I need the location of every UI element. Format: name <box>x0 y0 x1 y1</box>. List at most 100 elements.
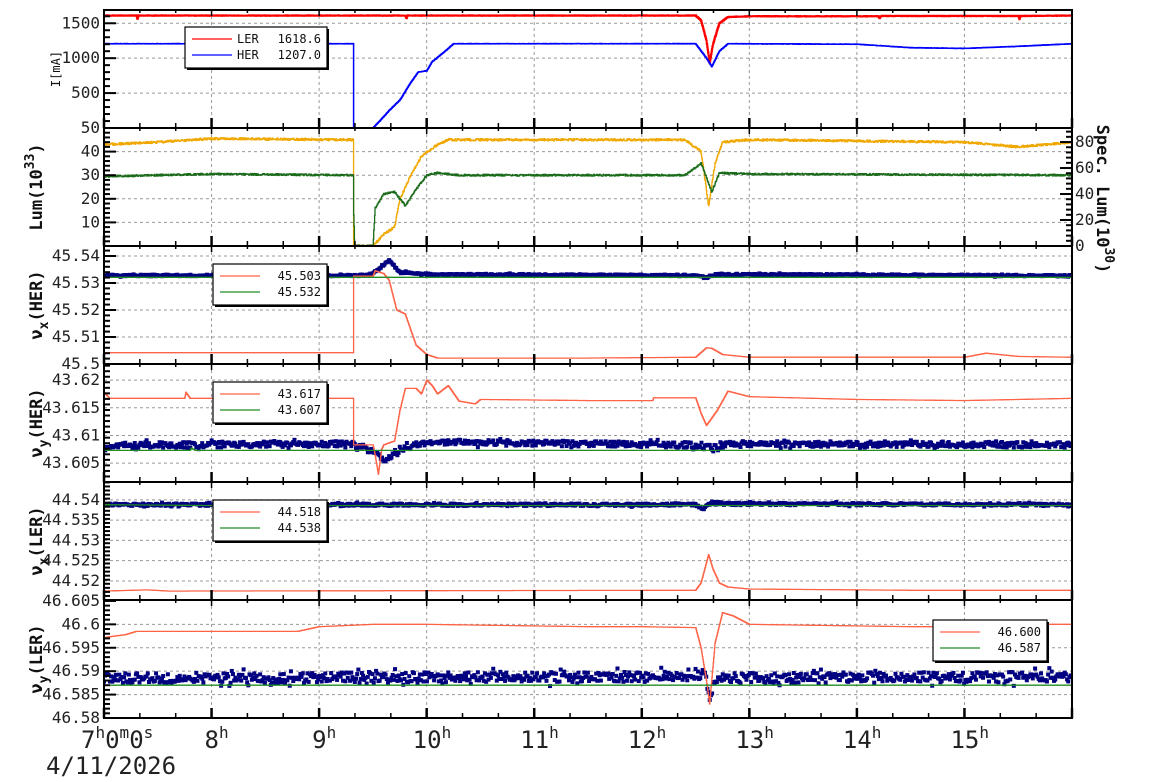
panel-frame <box>103 127 1073 247</box>
right-label-post: ) <box>1092 263 1112 273</box>
scatter-point <box>958 678 963 683</box>
y-label-post: (LER) <box>27 506 47 557</box>
scatter-point <box>407 674 412 679</box>
y-label-sub: y <box>37 675 52 683</box>
x-tick-hour: 7 <box>81 726 95 754</box>
x-tick-hour: 13 <box>735 726 764 754</box>
scatter-point <box>695 669 700 674</box>
scatter-point <box>682 440 687 445</box>
panel-2: 10 20 30 40 50 Lum(1033) 0 20 40 60 80Spec. Lum(10… <box>23 118 1116 273</box>
scatter-point <box>783 444 788 449</box>
scatter-point <box>438 673 443 678</box>
scatter-point <box>306 679 311 684</box>
scatter-point <box>1011 445 1016 450</box>
scatter-point <box>598 678 603 683</box>
scatter-point <box>775 674 780 679</box>
y-label-main: Lum(10 <box>27 169 47 230</box>
scatter-point <box>713 443 718 448</box>
scatter-point <box>323 671 328 676</box>
scatter-point <box>230 672 235 677</box>
scatter-point <box>467 677 472 682</box>
scatter-point <box>349 670 354 675</box>
y-label-main: ν <box>27 565 47 575</box>
y-label-main: ν <box>27 683 47 693</box>
scatter-point <box>760 676 765 681</box>
scatter-point <box>135 671 140 676</box>
scatter-point <box>893 671 898 676</box>
scatter-point <box>453 678 458 683</box>
scatter-point <box>813 678 818 683</box>
y-tick-label: 44.52 <box>52 571 100 590</box>
right-tick-label: 40 <box>1075 184 1094 203</box>
series-line-lum-green <box>104 161 1072 246</box>
scatter-point <box>1039 671 1044 676</box>
scatter-point <box>167 445 172 450</box>
scatter-point <box>126 672 131 677</box>
scatter-point <box>352 679 357 684</box>
scatter-point <box>1047 666 1052 671</box>
scatter-point <box>491 438 496 443</box>
scatter-point <box>646 671 651 676</box>
scatter-point <box>535 671 540 676</box>
scatter-point <box>843 672 848 677</box>
scatter-point <box>400 672 405 677</box>
scatter-point <box>860 673 865 678</box>
scatter-point <box>335 677 340 682</box>
y-tick-label: 500 <box>71 83 100 102</box>
y-tick-label: 46.585 <box>42 685 100 704</box>
scatter-point <box>267 444 272 449</box>
x-tick-hour: 12 <box>628 726 657 754</box>
scatter-point <box>921 670 926 675</box>
scatter-point <box>610 671 615 676</box>
x-tick-label: 14h <box>843 723 882 754</box>
legend-value: 43.617 <box>278 387 321 401</box>
panel-4: 43.605 43.61 43.615 43.62 νy(HER) 43.617 43.60… <box>27 363 1074 483</box>
y-label-sub: y <box>37 439 52 447</box>
scatter-point <box>796 680 801 685</box>
scatter-point <box>464 674 469 679</box>
scatter-point <box>262 680 267 685</box>
y-tick-label: 45.51 <box>52 327 100 346</box>
y-tick-label: 1000 <box>61 48 100 67</box>
scatter-point <box>595 678 600 683</box>
y-tick-label: 44.53 <box>52 530 100 549</box>
right-label-main: Spec. Lum(10 <box>1092 125 1112 248</box>
scatter-point <box>934 671 939 676</box>
right-tick-label: 80 <box>1075 132 1094 151</box>
y-axis-label: Lum(1033) <box>23 143 47 230</box>
legend-value: 1207.0 <box>278 48 321 62</box>
scatter-point <box>177 673 182 678</box>
x-tick-hour: 10 <box>413 726 442 754</box>
panel-3: 45.545.5145.5245.5345.54νx(HER) 45.50345.… <box>27 245 1074 373</box>
scatter-point <box>258 672 263 677</box>
scatter-point <box>299 674 304 679</box>
x-tick-label: 9h <box>312 723 336 754</box>
panel-1: 500 1000 1500 I[mA] LER 1618.6 HER 1207.0 <box>49 9 1074 129</box>
legend-value: 46.587 <box>998 641 1041 655</box>
y-tick-label: 43.605 <box>42 453 100 472</box>
scatter-point <box>686 667 691 672</box>
scatter-point <box>792 680 797 685</box>
scatter-point <box>503 678 508 683</box>
scatter-point <box>894 444 899 449</box>
right-axis-label: Spec. Lum(1030) <box>1092 125 1116 274</box>
scatter-point <box>226 674 231 679</box>
scatter-point <box>265 440 270 445</box>
scatter-point <box>798 671 803 676</box>
scatter-point <box>404 440 409 445</box>
scatter-point <box>787 672 792 677</box>
scatter-point <box>984 670 989 675</box>
scatter-point <box>281 672 286 677</box>
scatter-point <box>582 670 587 675</box>
accelerator-monitor-chart: 50010001500I[mA]LER 1618.6HER 1207.0102030… <box>23 9 1116 780</box>
scatter-point <box>1057 440 1062 445</box>
scatter-point <box>778 446 783 451</box>
scatter-point <box>1063 672 1068 677</box>
legend-name: LER <box>237 32 259 46</box>
scatter-point <box>892 678 897 683</box>
scatter-point <box>629 679 634 684</box>
scatter-point <box>641 675 646 680</box>
scatter-point <box>872 680 877 685</box>
x-tick-hour: 14 <box>843 726 872 754</box>
panel-6: 46.58 46.585 46.59 46.595 46.6 46.605 νy(LER) 4… <box>27 591 1074 727</box>
